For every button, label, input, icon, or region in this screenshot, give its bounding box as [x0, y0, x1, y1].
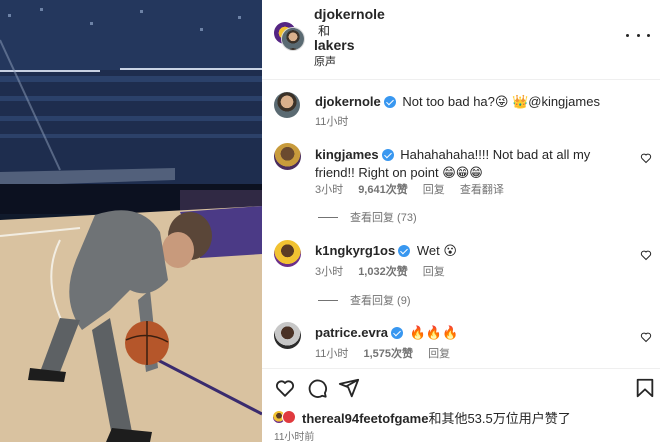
liker-username[interactable]: thereal94feetofgame	[302, 411, 428, 426]
view-replies-label: 查看回复 (73)	[350, 212, 417, 224]
header-username-lakers[interactable]: lakers	[314, 37, 354, 53]
like-comment-heart-icon[interactable]	[640, 331, 652, 343]
verified-icon	[391, 327, 403, 339]
commenter-avatar[interactable]	[274, 143, 301, 170]
share-icon[interactable]	[338, 377, 360, 399]
translate-button[interactable]: 查看翻译	[460, 184, 504, 196]
post-header: djokernole 和 lakers 原声	[262, 0, 660, 80]
post-timestamp[interactable]: 11小时前	[274, 428, 314, 442]
comment-time[interactable]: 11小时	[315, 348, 348, 360]
comment-time[interactable]: 3小时	[315, 184, 343, 196]
more-icon[interactable]	[626, 28, 650, 42]
verified-icon	[398, 245, 411, 257]
commenter-avatar[interactable]	[274, 240, 301, 267]
reply-button[interactable]: 回复	[423, 184, 445, 196]
djokernole-avatar[interactable]	[282, 28, 304, 50]
likes-summary[interactable]: thereal94feetofgame和其他53.5万位用户赞了	[272, 407, 571, 427]
caption-text: Not too bad ha?😜 👑@kingjames	[402, 94, 600, 109]
verified-icon	[383, 96, 396, 108]
comment-username[interactable]: kingjames	[315, 147, 379, 162]
post-side-panel: djokernole 和 lakers 原声 djokernole Not to…	[262, 0, 660, 442]
comment-icon[interactable]	[306, 377, 328, 399]
comment-time[interactable]: 3小时	[315, 266, 343, 278]
comment-likes[interactable]: 9,641次赞	[358, 184, 408, 196]
post-action-bar	[262, 368, 660, 408]
comment-username[interactable]: k1ngkyrg1os	[315, 243, 395, 258]
view-replies-button[interactable]: 查看回复 (73)	[318, 209, 417, 225]
post-media-video[interactable]	[0, 0, 262, 442]
reply-button[interactable]: 回复	[428, 348, 450, 360]
verified-icon	[381, 149, 394, 161]
like-comment-heart-icon[interactable]	[640, 152, 652, 164]
commenter-avatar[interactable]	[274, 322, 301, 349]
heart-icon[interactable]	[274, 377, 296, 399]
liker-avatar	[282, 410, 296, 424]
basketball-court-scene	[0, 0, 262, 442]
caption-avatar[interactable]	[274, 92, 300, 118]
comment-likes[interactable]: 1,575次赞	[363, 348, 413, 360]
comment-text: 🔥🔥🔥	[409, 325, 459, 340]
caption-time[interactable]: 11小时	[315, 116, 348, 128]
likes-count-text[interactable]: 和其他53.5万位用户赞了	[428, 411, 570, 426]
header-username-djokernole[interactable]: djokernole	[314, 6, 385, 22]
like-comment-heart-icon[interactable]	[640, 249, 652, 261]
caption-username[interactable]: djokernole	[315, 94, 381, 109]
comment-text: Wet 😮	[416, 243, 457, 258]
view-replies-button[interactable]: 查看回复 (9)	[318, 292, 411, 308]
comment-likes[interactable]: 1,032次赞	[358, 266, 408, 278]
bookmark-icon[interactable]	[634, 377, 656, 399]
view-replies-label: 查看回复 (9)	[350, 295, 411, 307]
comment-username[interactable]: patrice.evra	[315, 325, 388, 340]
reply-button[interactable]: 回复	[423, 266, 445, 278]
audio-label[interactable]: 原声	[314, 53, 336, 69]
